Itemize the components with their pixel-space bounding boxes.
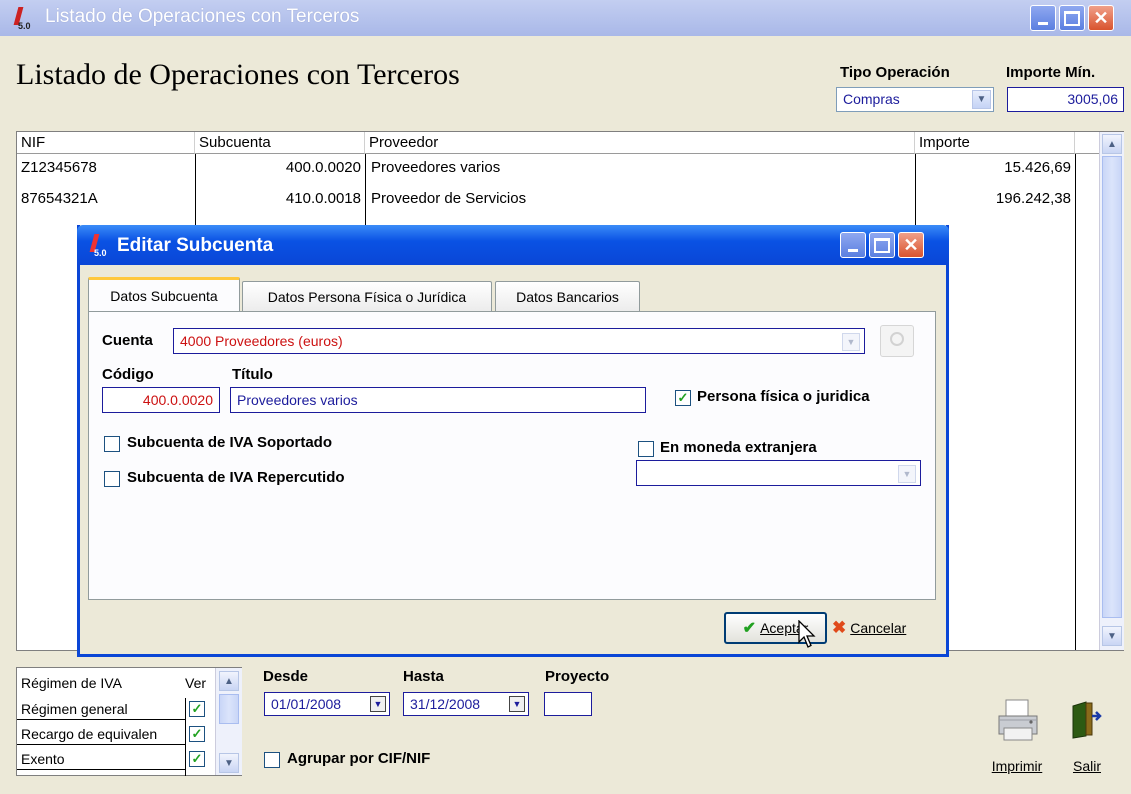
- tipo-operacion-select[interactable]: Compras ▼: [836, 87, 994, 112]
- iva-repercutido-checkbox[interactable]: [104, 471, 120, 487]
- proyecto-label: Proyecto: [545, 668, 610, 685]
- cell-importe: 196.242,38: [995, 190, 1071, 207]
- scroll-up-icon[interactable]: ▲: [1102, 134, 1122, 154]
- chevron-down-icon[interactable]: ▼: [842, 333, 860, 351]
- tipo-operacion-label: Tipo Operación: [840, 64, 950, 81]
- hasta-label: Hasta: [403, 668, 444, 685]
- scroll-down-icon[interactable]: ▼: [1102, 626, 1122, 646]
- hasta-value: 31/12/2008: [410, 696, 481, 712]
- window-title: Listado de Operaciones con Terceros: [45, 6, 360, 27]
- chevron-down-icon[interactable]: ▼: [972, 90, 991, 109]
- cell-subcuenta: 400.0.0020: [285, 159, 361, 176]
- tab-datos-subcuenta[interactable]: Datos Subcuenta: [88, 277, 240, 312]
- moneda-checkbox[interactable]: [638, 441, 654, 457]
- imprimir-label: Imprimir: [991, 758, 1043, 774]
- importe-min-value: 3005,06: [1067, 91, 1118, 107]
- agrupar-label: Agrupar por CIF/NIF: [287, 750, 431, 767]
- desde-date-picker[interactable]: 01/01/2008 ▼: [264, 692, 390, 716]
- persona-checkbox[interactable]: ✓: [675, 390, 691, 406]
- desde-value: 01/01/2008: [271, 696, 342, 712]
- table-row[interactable]: 87654321A 410.0.0018 Proveedor de Servic…: [17, 187, 1099, 211]
- column-header-importe[interactable]: Importe: [915, 132, 1075, 154]
- iva-row-label[interactable]: Régimen general: [17, 698, 185, 720]
- cell-nif: 87654321A: [21, 190, 98, 207]
- app-logo-icon: 5.0: [88, 234, 110, 258]
- iva-scrollbar[interactable]: ▲ ▼: [215, 668, 242, 775]
- chevron-down-icon[interactable]: ▼: [509, 696, 525, 712]
- titulo-field[interactable]: Proveedores varios: [230, 387, 646, 413]
- importe-min-input[interactable]: 3005,06: [1007, 87, 1124, 112]
- printer-icon: [998, 699, 1038, 741]
- cuenta-select[interactable]: 4000 Proveedores (euros) ▼: [173, 328, 865, 354]
- iva-row-checkbox[interactable]: ✓: [189, 751, 205, 767]
- mouse-cursor-icon: [798, 620, 816, 648]
- exit-door-icon: [1072, 701, 1102, 739]
- iva-row-label[interactable]: Recargo de equivalen: [17, 723, 185, 745]
- dialog-maximize-button[interactable]: [869, 232, 895, 258]
- imprimir-button[interactable]: Imprimir: [980, 698, 1054, 780]
- moneda-select[interactable]: ▼: [636, 460, 921, 486]
- iva-row-checkbox[interactable]: ✓: [189, 726, 205, 742]
- cell-nif: Z12345678: [21, 159, 97, 176]
- minimize-button[interactable]: [1030, 5, 1056, 31]
- codigo-label: Código: [102, 366, 154, 383]
- cuenta-label: Cuenta: [102, 332, 153, 349]
- dialog-title: Editar Subcuenta: [117, 235, 274, 256]
- salir-button[interactable]: Salir: [1062, 700, 1112, 780]
- moneda-label: En moneda extranjera: [660, 439, 817, 456]
- iva-repercutido-label: Subcuenta de IVA Repercutido: [127, 469, 345, 486]
- scroll-down-icon[interactable]: ▼: [219, 753, 239, 773]
- persona-label: Persona física o juridica: [697, 388, 870, 405]
- proyecto-field[interactable]: [544, 692, 592, 716]
- column-divider: [185, 698, 186, 776]
- column-header-proveedor[interactable]: Proveedor: [365, 132, 915, 154]
- codigo-field[interactable]: 400.0.0020: [102, 387, 220, 413]
- chevron-down-icon[interactable]: ▼: [898, 465, 916, 483]
- scroll-thumb[interactable]: [219, 694, 239, 724]
- agrupar-checkbox[interactable]: [264, 752, 280, 768]
- desde-label: Desde: [263, 668, 309, 685]
- close-button[interactable]: ✕: [1088, 5, 1114, 31]
- page-heading: Listado de Operaciones con Terceros: [16, 58, 460, 91]
- titulo-label: Título: [232, 366, 273, 383]
- cell-proveedor: Proveedor de Servicios: [371, 190, 527, 207]
- cancelar-button[interactable]: ✖ Cancelar: [832, 612, 936, 644]
- maximize-button[interactable]: [1059, 5, 1085, 31]
- hasta-date-picker[interactable]: 31/12/2008 ▼: [403, 692, 529, 716]
- grid-scrollbar[interactable]: ▲ ▼: [1099, 132, 1124, 650]
- dialog-close-button[interactable]: ✕: [898, 232, 924, 258]
- scroll-thumb[interactable]: [1102, 156, 1122, 618]
- cancelar-label: Cancelar: [850, 620, 907, 636]
- scroll-up-icon[interactable]: ▲: [219, 671, 239, 691]
- cell-proveedor: Proveedores varios: [371, 159, 501, 176]
- app-logo-icon: 5.0: [12, 7, 34, 31]
- table-row[interactable]: Z12345678 400.0.0020 Proveedores varios …: [17, 156, 1099, 180]
- tab-datos-persona[interactable]: Datos Persona Física o Jurídica: [242, 281, 492, 311]
- cell-importe: 15.426,69: [1004, 159, 1071, 176]
- iva-header-ver: Ver: [185, 675, 207, 691]
- chevron-down-icon[interactable]: ▼: [370, 696, 386, 712]
- column-header-subcuenta[interactable]: Subcuenta: [195, 132, 365, 154]
- cancel-x-icon: ✖: [832, 618, 847, 637]
- iva-soportado-label: Subcuenta de IVA Soportado: [127, 434, 333, 451]
- dialog-minimize-button[interactable]: [840, 232, 866, 258]
- column-divider: [1075, 154, 1076, 650]
- importe-min-label: Importe Mín.: [1006, 64, 1096, 81]
- column-header-spacer: [1075, 132, 1099, 154]
- salir-label: Salir: [1072, 758, 1101, 774]
- iva-row-label[interactable]: Exento: [17, 748, 185, 770]
- tab-datos-bancarios[interactable]: Datos Bancarios: [495, 281, 640, 311]
- column-header-nif[interactable]: NIF: [17, 132, 195, 154]
- search-button[interactable]: [880, 325, 914, 357]
- cell-subcuenta: 410.0.0018: [285, 190, 361, 207]
- search-icon: [890, 332, 904, 346]
- cuenta-value: 4000 Proveedores (euros): [180, 333, 343, 349]
- iva-soportado-checkbox[interactable]: [104, 436, 120, 452]
- check-icon: ✔: [742, 620, 757, 637]
- iva-row-checkbox[interactable]: ✓: [189, 701, 205, 717]
- tipo-operacion-value: Compras: [843, 91, 900, 107]
- iva-table[interactable]: Régimen de IVA Ver Régimen general ✓ Rec…: [16, 667, 242, 776]
- iva-header-regimen: Régimen de IVA: [21, 675, 122, 691]
